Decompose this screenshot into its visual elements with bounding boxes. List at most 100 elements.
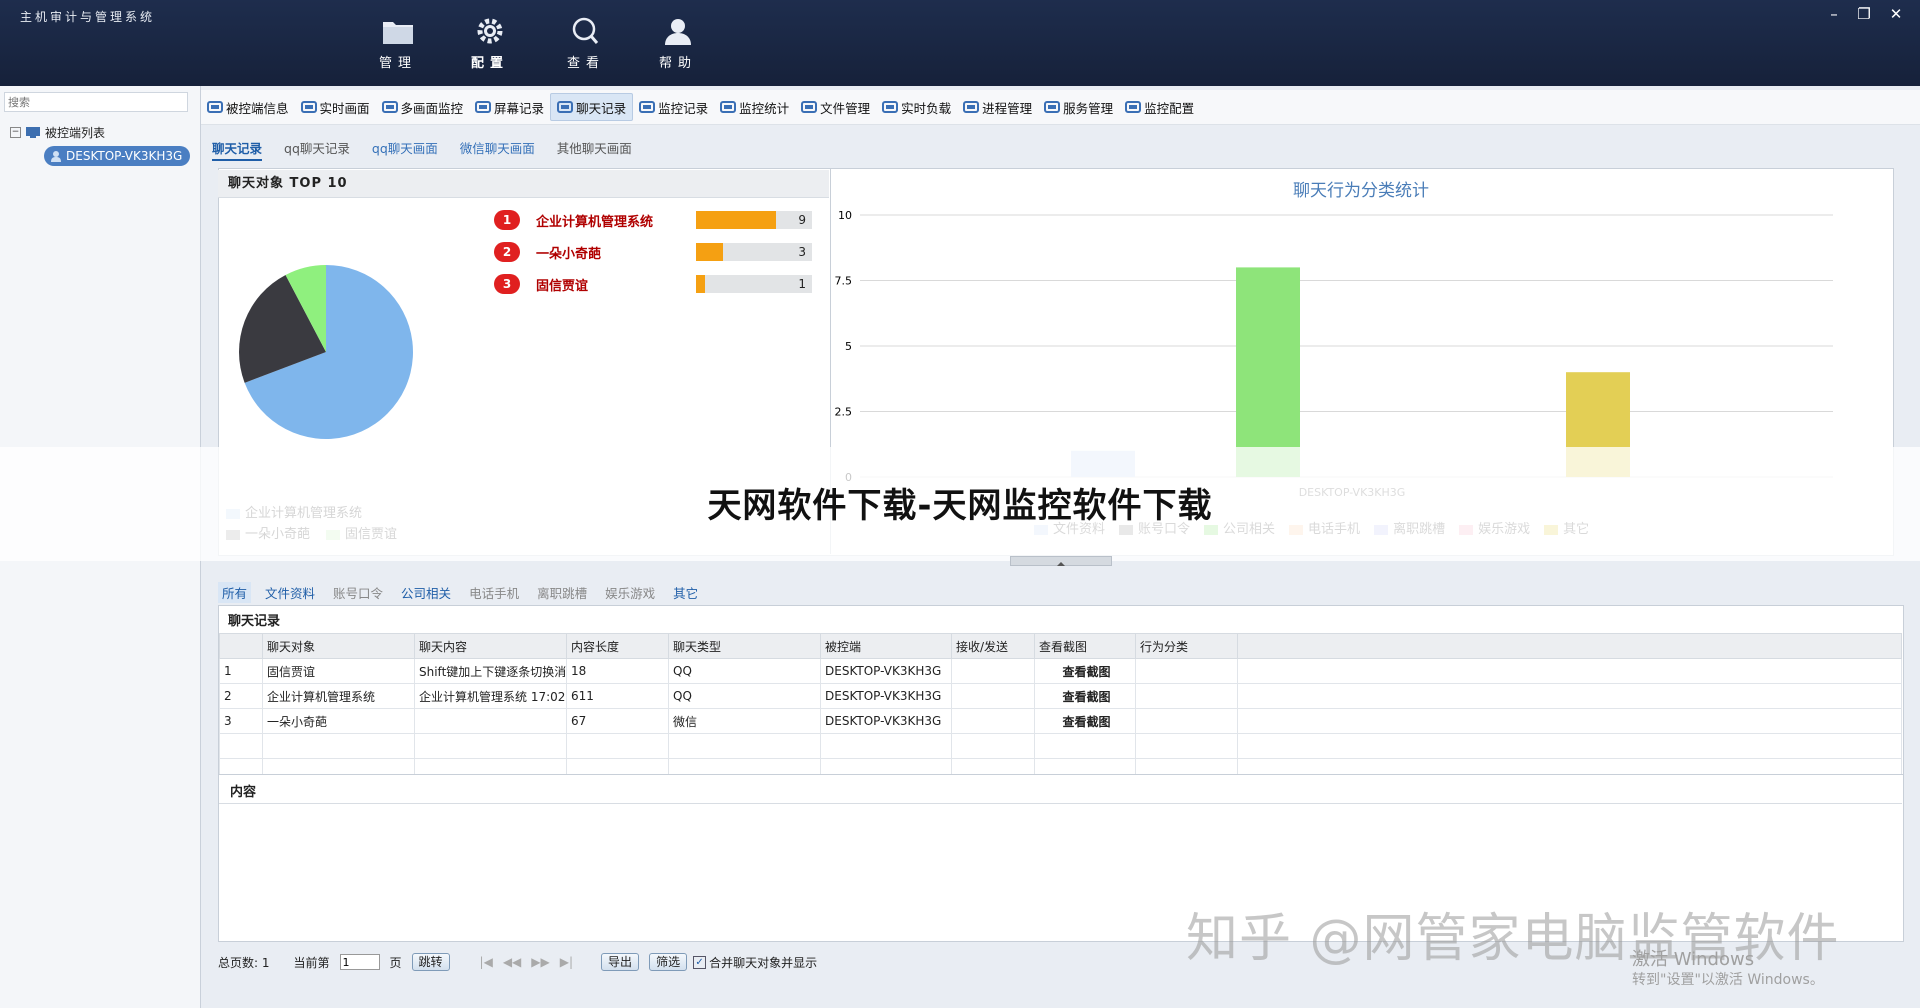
chat-subtabs: 聊天记录 qq聊天记录 qq聊天画面 微信聊天画面 其他聊天画面 bbox=[212, 138, 632, 161]
view-screenshot-link[interactable]: 查看截图 bbox=[1034, 683, 1136, 709]
table-cell bbox=[1237, 658, 1902, 684]
top10-row[interactable]: 2 一朵小奇葩 3 bbox=[494, 241, 812, 263]
minimize-button[interactable]: – bbox=[1822, 4, 1846, 24]
filter-all[interactable]: 所有 bbox=[218, 582, 252, 603]
nav-manage-button[interactable]: 管理 bbox=[358, 16, 438, 78]
tree-node-desktop[interactable]: DESKTOP-VK3KH3G bbox=[44, 146, 191, 166]
toolbar-config-button[interactable]: 监控配置 bbox=[1119, 94, 1200, 120]
rank-badge: 1 bbox=[494, 210, 520, 230]
table-cell bbox=[1135, 708, 1238, 734]
filter-accounts[interactable]: 账号口令 bbox=[329, 582, 387, 603]
user-icon bbox=[665, 19, 691, 45]
total-pages: 总页数: 1 bbox=[218, 955, 270, 970]
table-cell: 67 bbox=[566, 708, 669, 734]
toolbar-screen-record-button[interactable]: 屏幕记录 bbox=[469, 94, 550, 120]
gear-icon bbox=[477, 18, 503, 44]
table-cell bbox=[668, 733, 821, 759]
column-header[interactable]: 接收/发送 bbox=[951, 633, 1035, 659]
table-cell: 611 bbox=[566, 683, 669, 709]
toolbar-label: 监控统计 bbox=[739, 100, 790, 116]
screen-record-icon bbox=[475, 101, 492, 113]
export-button[interactable]: 导出 bbox=[601, 953, 640, 971]
search-input[interactable] bbox=[4, 92, 188, 112]
search-icon bbox=[572, 17, 599, 44]
tree-collapse-toggle[interactable]: − bbox=[10, 127, 21, 138]
rank-badge: 2 bbox=[494, 242, 520, 262]
toolbar-load-button[interactable]: 实时负载 bbox=[876, 94, 957, 120]
table-cell: DESKTOP-VK3KH3G bbox=[820, 683, 952, 709]
restore-button[interactable]: ❐ bbox=[1852, 4, 1876, 24]
tree-root[interactable]: − 被控端列表 bbox=[10, 124, 105, 141]
top10-row[interactable]: 1 企业计算机管理系统 9 bbox=[494, 209, 812, 231]
subtab-wechat-screens[interactable]: 微信聊天画面 bbox=[460, 138, 535, 161]
subtab-other-screens[interactable]: 其他聊天画面 bbox=[557, 138, 632, 161]
column-header[interactable]: 被控端 bbox=[820, 633, 952, 659]
process-icon bbox=[963, 101, 980, 113]
category-filter-tabs: 所有 文件资料 账号口令 公司相关 电话手机 离职跳槽 娱乐游戏 其它 bbox=[218, 582, 702, 603]
toolbar-monitor-log-button[interactable]: 监控记录 bbox=[633, 94, 714, 120]
jump-button[interactable]: 跳转 bbox=[411, 953, 450, 971]
table-row[interactable]: 3 一朵小奇葩 67 微信 DESKTOP-VK3KH3G 查看截图 bbox=[219, 708, 1902, 734]
toolbar-chat-button[interactable]: 聊天记录 bbox=[550, 93, 634, 121]
table-cell bbox=[951, 733, 1035, 759]
view-screenshot-link[interactable]: 查看截图 bbox=[1034, 708, 1136, 734]
panel-splitter[interactable] bbox=[1010, 556, 1112, 566]
subtab-qq-records[interactable]: qq聊天记录 bbox=[284, 138, 350, 161]
subtab-qq-screens[interactable]: qq聊天画面 bbox=[372, 138, 438, 161]
column-header[interactable]: 行为分类 bbox=[1135, 633, 1238, 659]
filter-other[interactable]: 其它 bbox=[669, 582, 702, 603]
table-cell: 1 bbox=[219, 658, 263, 684]
view-screenshot-link[interactable]: 查看截图 bbox=[1034, 658, 1136, 684]
filter-company[interactable]: 公司相关 bbox=[397, 582, 455, 603]
content-title: 内容 bbox=[230, 785, 257, 800]
toolbar-users-button[interactable]: 被控端信息 bbox=[201, 94, 295, 120]
table-row[interactable]: 2 企业计算机管理系统 企业计算机管理系统 17:02 611 QQ DESKTOP-VK… bbox=[219, 683, 1902, 709]
prev-page-icon[interactable]: ◀◀ bbox=[503, 955, 521, 969]
table-cell bbox=[1034, 733, 1136, 759]
subtab-chat-records[interactable]: 聊天记录 bbox=[212, 138, 263, 161]
nav-config-label: 配置 bbox=[470, 56, 509, 71]
tree-node-label: DESKTOP-VK3KH3G bbox=[66, 149, 183, 163]
table-cell: 2 bbox=[219, 683, 263, 709]
table-cell bbox=[951, 683, 1035, 709]
table-cell bbox=[1135, 658, 1238, 684]
table-row[interactable] bbox=[219, 733, 1902, 759]
merge-label: 合并聊天对象并显示 bbox=[709, 955, 818, 970]
column-header[interactable]: 查看截图 bbox=[1034, 633, 1136, 659]
next-page-icon[interactable]: ▶▶ bbox=[531, 955, 549, 969]
table-cell: 3 bbox=[219, 708, 263, 734]
toolbar: 被控端信息 实时画面 多画面监控 屏幕记录 聊天记录 监控记录 监控统计 文件管理 实时负载 进程… bbox=[201, 90, 1920, 125]
table-row[interactable]: 1 固信贾谊 Shift键加上下键逐条切换消 18 QQ DESKTOP-VK3KH3G 查… bbox=[219, 658, 1902, 684]
close-button[interactable]: ✕ bbox=[1884, 4, 1908, 24]
content-divider bbox=[219, 803, 1902, 804]
toolbar-monitor-button[interactable]: 实时画面 bbox=[295, 94, 376, 120]
toolbar-service-button[interactable]: 服务管理 bbox=[1038, 94, 1119, 120]
filter-files[interactable]: 文件资料 bbox=[261, 582, 319, 603]
filter-resign[interactable]: 离职跳槽 bbox=[533, 582, 591, 603]
checkbox-check-icon[interactable]: ✓ bbox=[693, 955, 707, 969]
column-header[interactable]: 内容长度 bbox=[566, 633, 669, 659]
column-header[interactable] bbox=[219, 633, 263, 659]
filter-phone[interactable]: 电话手机 bbox=[465, 582, 523, 603]
filter-games[interactable]: 娱乐游戏 bbox=[601, 582, 659, 603]
top10-row[interactable]: 3 固信贾谊 1 bbox=[494, 273, 812, 295]
column-header[interactable]: 聊天对象 bbox=[262, 633, 415, 659]
column-header[interactable] bbox=[1237, 633, 1902, 659]
toolbar-process-button[interactable]: 进程管理 bbox=[957, 94, 1038, 120]
nav-config-button[interactable]: 配置 bbox=[450, 16, 530, 78]
app-title: 主机审计与管理系统 bbox=[20, 10, 156, 24]
merge-checkbox[interactable]: ✓ 合并聊天对象并显示 bbox=[693, 954, 817, 971]
column-header[interactable]: 聊天内容 bbox=[414, 633, 567, 659]
filter-button[interactable]: 筛选 bbox=[649, 953, 688, 971]
toolbar-multi-monitor-button[interactable]: 多画面监控 bbox=[376, 94, 470, 120]
last-page-icon[interactable]: ▶| bbox=[560, 955, 573, 969]
nav-help-button[interactable]: 帮助 bbox=[638, 16, 718, 78]
toolbar-label: 实时负载 bbox=[901, 100, 952, 116]
first-page-icon[interactable]: |◀ bbox=[480, 955, 493, 969]
toolbar-tools-button[interactable]: 文件管理 bbox=[795, 94, 876, 120]
nav-view-button[interactable]: 查看 bbox=[546, 16, 626, 78]
column-header[interactable]: 聊天类型 bbox=[668, 633, 821, 659]
page-number-input[interactable] bbox=[339, 954, 380, 970]
toolbar-stats-button[interactable]: 监控统计 bbox=[714, 94, 795, 120]
computer-group-icon bbox=[26, 127, 40, 138]
